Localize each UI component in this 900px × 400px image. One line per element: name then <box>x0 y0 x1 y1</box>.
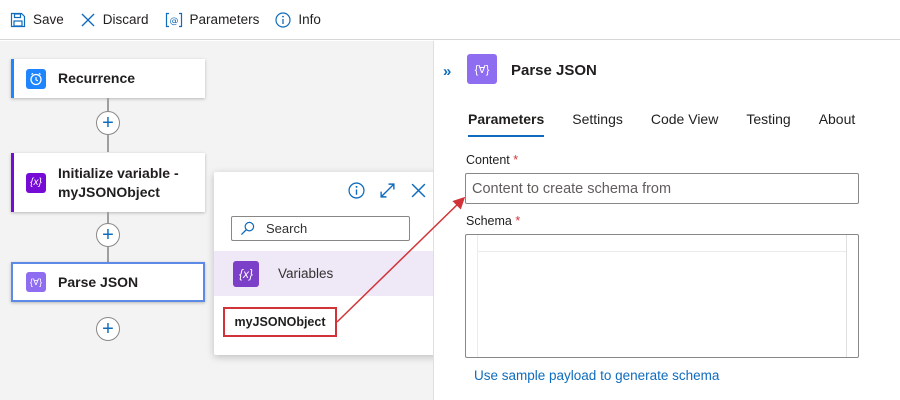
search-placeholder: Search <box>266 221 308 236</box>
content-label-text: Content <box>466 153 510 167</box>
parameters-label: Parameters <box>189 12 260 27</box>
schema-editor[interactable] <box>465 234 859 358</box>
card-accent-bar <box>11 153 14 212</box>
tab-testing[interactable]: Testing <box>746 111 790 137</box>
tab-parameters[interactable]: Parameters <box>468 111 545 137</box>
myjsonobject-token[interactable]: myJSONObject <box>223 307 337 337</box>
search-icon <box>240 221 255 236</box>
initialize-variable-card[interactable]: {x} Initialize variable - myJSONObject <box>11 153 205 212</box>
required-mark: * <box>515 214 521 228</box>
editor-scrollbar[interactable] <box>846 235 858 357</box>
parameters-button[interactable]: @ Parameters <box>165 12 260 28</box>
editor-current-line <box>478 235 846 252</box>
card-label-line1: Initialize variable - <box>58 164 179 181</box>
parse-json-icon: {∀} <box>467 54 497 84</box>
discard-button[interactable]: Discard <box>80 12 149 28</box>
discard-label: Discard <box>102 12 149 27</box>
svg-text:@: @ <box>169 16 178 26</box>
content-label: Content * <box>466 153 518 167</box>
parse-json-card[interactable]: {∀} Parse JSON <box>11 262 205 302</box>
add-step-button[interactable]: + <box>96 317 120 341</box>
required-mark: * <box>513 153 519 167</box>
schema-label: Schema * <box>466 214 520 228</box>
editor-gutter <box>466 235 478 357</box>
plus-icon: + <box>102 224 114 246</box>
variables-group-label: Variables <box>278 266 334 281</box>
panel-tabs: Parameters Settings Code View Testing Ab… <box>468 111 883 137</box>
save-button[interactable]: Save <box>10 12 64 28</box>
info-icon[interactable] <box>348 182 365 199</box>
close-icon[interactable] <box>410 182 427 199</box>
card-label-line2: myJSONObject <box>58 183 160 200</box>
popup-header-icons <box>348 182 427 199</box>
save-label: Save <box>33 12 64 27</box>
designer-toolbar: Save Discard @ Parameters Info <box>0 0 900 40</box>
card-label: Recurrence <box>58 70 136 86</box>
expand-icon[interactable] <box>379 182 396 199</box>
collapse-panel-icon[interactable]: » <box>443 63 451 80</box>
tab-code-view[interactable]: Code View <box>651 111 718 137</box>
close-icon <box>81 13 95 26</box>
parse-json-icon: {∀} <box>26 272 46 292</box>
sample-payload-link[interactable]: Use sample payload to generate schema <box>474 368 719 383</box>
variables-group[interactable]: {x} Variables <box>214 251 441 296</box>
tab-about[interactable]: About <box>819 111 856 137</box>
parse-json-panel: » {∀} Parse JSON Parameters Settings Cod… <box>433 41 900 400</box>
info-icon <box>275 11 291 28</box>
clock-icon <box>26 68 46 89</box>
recurrence-card[interactable]: Recurrence <box>11 59 205 98</box>
plus-icon: + <box>102 318 114 340</box>
connector-line <box>107 247 109 262</box>
variable-icon: {x} <box>26 172 46 193</box>
card-accent-bar <box>11 59 14 98</box>
save-icon <box>10 12 26 27</box>
panel-title: Parse JSON <box>511 62 597 79</box>
add-step-button[interactable]: + <box>96 111 120 135</box>
card-label: Parse JSON <box>58 273 139 290</box>
info-button[interactable]: Info <box>275 11 321 28</box>
variable-icon: {x} <box>233 260 259 287</box>
info-label: Info <box>298 12 321 27</box>
dynamic-content-popup: Search {x} Variables myJSONObject <box>214 172 441 355</box>
plus-icon: + <box>102 112 114 134</box>
schema-label-text: Schema <box>466 214 512 228</box>
search-input[interactable]: Search <box>231 216 410 241</box>
connector-line <box>107 135 109 152</box>
card-label: Initialize variable - myJSONObject <box>58 164 179 202</box>
add-step-button[interactable]: + <box>96 223 120 247</box>
parameters-icon: @ <box>165 12 182 27</box>
tab-settings[interactable]: Settings <box>572 111 623 137</box>
content-input[interactable] <box>465 173 859 204</box>
